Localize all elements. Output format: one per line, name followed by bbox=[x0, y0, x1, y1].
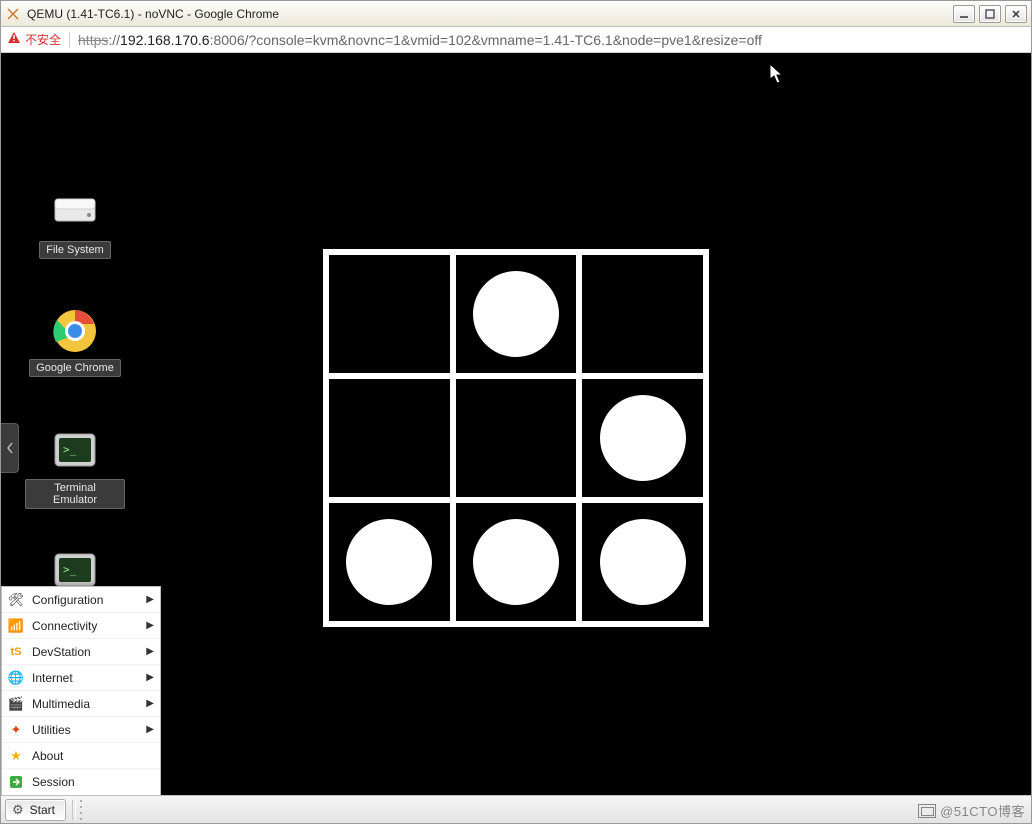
window-title-bar[interactable]: QEMU (1.41-TC6.1) - noVNC - Google Chrom… bbox=[1, 1, 1031, 27]
warning-icon bbox=[7, 31, 21, 48]
dot-icon bbox=[600, 395, 686, 481]
watermark-icon bbox=[918, 804, 936, 818]
drive-icon bbox=[51, 189, 99, 237]
menu-item-connectivity[interactable]: 📶 Connectivity ▶ bbox=[2, 613, 160, 639]
menu-item-label: About bbox=[32, 749, 154, 763]
menu-item-multimedia[interactable]: 🎬 Multimedia ▶ bbox=[2, 691, 160, 717]
grid-cell[interactable] bbox=[329, 379, 450, 497]
insecure-badge: 不安全 bbox=[7, 31, 61, 48]
submenu-arrow-icon: ▶ bbox=[146, 620, 154, 631]
submenu-arrow-icon: ▶ bbox=[146, 594, 154, 605]
start-menu[interactable]: 🛠 Configuration ▶ 📶 Connectivity ▶ tS De… bbox=[1, 586, 161, 795]
wand-icon: ✦ bbox=[8, 722, 24, 738]
grid-board[interactable] bbox=[323, 249, 709, 627]
menu-item-utilities[interactable]: ✦ Utilities ▶ bbox=[2, 717, 160, 743]
menu-item-internet[interactable]: 🌐 Internet ▶ bbox=[2, 665, 160, 691]
menu-item-configuration[interactable]: 🛠 Configuration ▶ bbox=[2, 587, 160, 613]
grid-cell[interactable] bbox=[582, 379, 703, 497]
menu-item-session[interactable]: Session bbox=[2, 769, 160, 795]
desktop-icon-label: File System bbox=[39, 241, 110, 259]
menu-item-label: Internet bbox=[32, 671, 138, 685]
menu-item-label: Session bbox=[32, 775, 154, 789]
svg-text:>_: >_ bbox=[63, 563, 77, 576]
chrome-app-icon bbox=[5, 6, 21, 22]
grid-cell[interactable] bbox=[456, 379, 577, 497]
grid-cell[interactable] bbox=[582, 503, 703, 621]
submenu-arrow-icon: ▶ bbox=[146, 698, 154, 709]
window-minimize-button[interactable] bbox=[953, 5, 975, 23]
taskbar[interactable]: ⚙ Start @51CTO博客 bbox=[1, 795, 1031, 823]
menu-item-label: Utilities bbox=[32, 723, 138, 737]
desktop-icon-label: Terminal Emulator bbox=[25, 479, 125, 509]
gear-icon: ⚙ bbox=[12, 802, 24, 818]
cursor-icon bbox=[769, 63, 785, 85]
remote-desktop[interactable]: File System Google Chrome bbox=[1, 53, 1031, 795]
menu-item-label: Connectivity bbox=[32, 619, 138, 633]
insecure-label: 不安全 bbox=[25, 31, 61, 48]
dot-icon bbox=[346, 519, 432, 605]
window-close-button[interactable] bbox=[1005, 5, 1027, 23]
window-title: QEMU (1.41-TC6.1) - noVNC - Google Chrom… bbox=[27, 7, 953, 21]
submenu-arrow-icon: ▶ bbox=[146, 672, 154, 683]
grid-cell[interactable] bbox=[582, 255, 703, 373]
taskbar-grip-icon[interactable] bbox=[78, 800, 86, 820]
desktop-icon-terminal[interactable]: >_ Terminal Emulator bbox=[25, 427, 125, 509]
svg-text:>_: >_ bbox=[63, 443, 77, 456]
submenu-arrow-icon: ▶ bbox=[146, 724, 154, 735]
chrome-window: QEMU (1.41-TC6.1) - noVNC - Google Chrom… bbox=[0, 0, 1032, 824]
grid-cell[interactable] bbox=[456, 503, 577, 621]
submenu-arrow-icon: ▶ bbox=[146, 646, 154, 657]
start-button[interactable]: ⚙ Start bbox=[5, 799, 66, 821]
grid-cell[interactable] bbox=[456, 255, 577, 373]
taskbar-divider bbox=[72, 800, 76, 820]
menu-item-devstation[interactable]: tS DevStation ▶ bbox=[2, 639, 160, 665]
exit-icon bbox=[8, 774, 24, 790]
menu-item-label: Multimedia bbox=[32, 697, 138, 711]
url-text[interactable]: https://192.168.170.6:8006/?console=kvm&… bbox=[78, 32, 762, 48]
menu-item-label: DevStation bbox=[32, 645, 138, 659]
watermark: @51CTO博客 bbox=[918, 801, 1025, 820]
tools-icon: 🛠 bbox=[8, 592, 24, 608]
window-maximize-button[interactable] bbox=[979, 5, 1001, 23]
desktop-icon-filesystem[interactable]: File System bbox=[25, 189, 125, 259]
menu-item-about[interactable]: ★ About bbox=[2, 743, 160, 769]
star-icon: ★ bbox=[8, 748, 24, 764]
dot-icon bbox=[473, 271, 559, 357]
clapper-icon: 🎬 bbox=[8, 696, 24, 712]
desktop-icon-label: Google Chrome bbox=[29, 359, 121, 377]
grid-cell[interactable] bbox=[329, 503, 450, 621]
dot-icon bbox=[473, 519, 559, 605]
globe-icon: 🌐 bbox=[8, 670, 24, 686]
terminal-icon: >_ bbox=[51, 427, 99, 475]
start-label: Start bbox=[30, 803, 55, 817]
novnc-side-handle[interactable] bbox=[1, 423, 19, 473]
desktop-icon-chrome[interactable]: Google Chrome bbox=[25, 307, 125, 377]
dot-icon bbox=[600, 519, 686, 605]
network-icon: 📶 bbox=[8, 618, 24, 634]
address-bar[interactable]: 不安全 https://192.168.170.6:8006/?console=… bbox=[1, 27, 1031, 53]
vnc-viewport[interactable]: File System Google Chrome bbox=[1, 53, 1031, 795]
addr-separator bbox=[69, 32, 70, 48]
dev-icon: tS bbox=[8, 644, 24, 660]
watermark-text: @51CTO博客 bbox=[940, 801, 1025, 820]
chrome-icon bbox=[51, 307, 99, 355]
menu-item-label: Configuration bbox=[32, 593, 138, 607]
grid-cell[interactable] bbox=[329, 255, 450, 373]
